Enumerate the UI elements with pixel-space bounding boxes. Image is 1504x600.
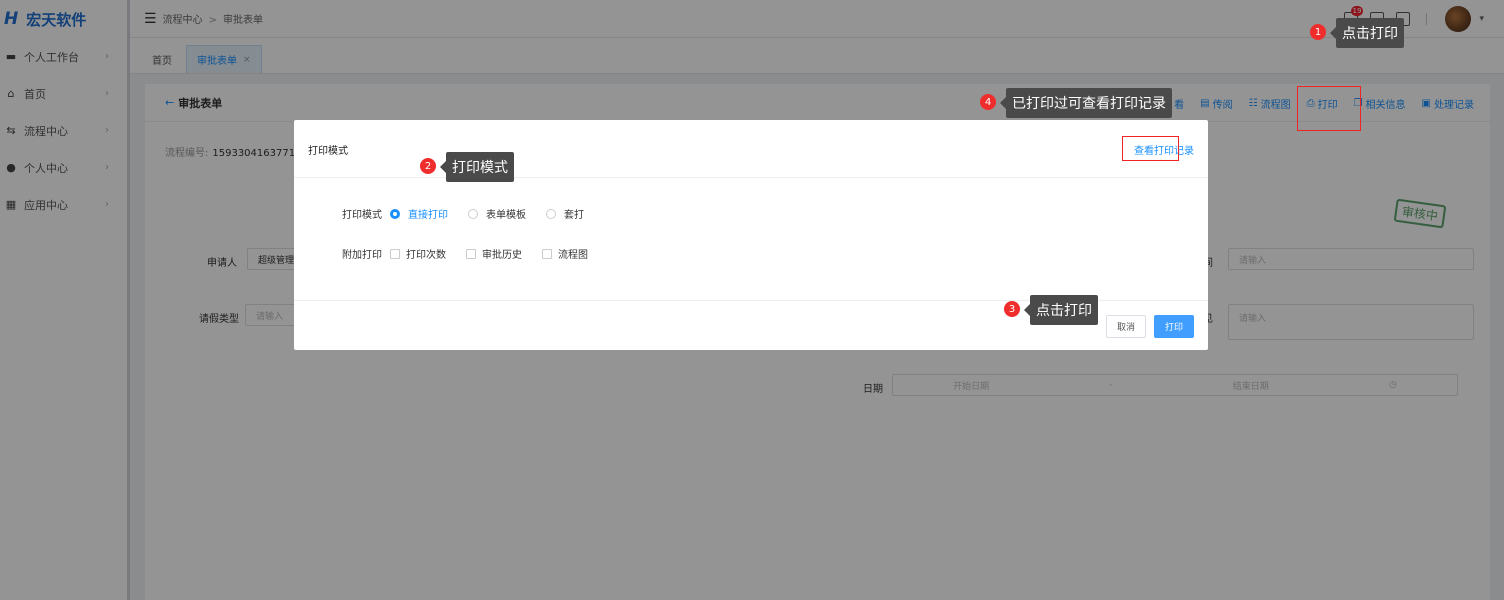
extra-print-row: 附加打印 打印次数 审批历史 流程图: [342, 246, 606, 261]
checkbox-print-count[interactable]: 打印次数: [388, 246, 446, 261]
checkbox-flowchart[interactable]: 流程图: [540, 246, 588, 261]
annotation-tooltip-1: 点击打印: [1330, 18, 1404, 48]
extra-print-label: 附加打印: [342, 250, 382, 261]
radio-form-template[interactable]: 表单模板: [466, 206, 526, 221]
radio-icon: [546, 208, 556, 219]
dialog-title: 打印模式: [308, 146, 348, 157]
print-mode-row: 打印模式 直接打印 表单模板 套打: [342, 206, 602, 221]
checkbox-icon: [542, 248, 552, 259]
annotation-tooltip-4: 已打印过可查看打印记录: [1000, 88, 1172, 118]
checkbox-icon: [466, 248, 476, 259]
checkbox-approval-history[interactable]: 审批历史: [464, 246, 522, 261]
radio-label: 表单模板: [486, 210, 526, 221]
cancel-button[interactable]: 取消: [1106, 315, 1146, 338]
print-button[interactable]: 打印: [1154, 315, 1194, 338]
radio-checked-icon: [390, 208, 400, 219]
checkbox-label: 流程图: [558, 250, 588, 261]
checkbox-icon: [390, 248, 400, 259]
annotation-marker-4: 4: [980, 94, 996, 110]
radio-overlay-print[interactable]: 套打: [544, 206, 584, 221]
radio-label: 套打: [564, 210, 584, 221]
highlight-box-print-action: [1297, 86, 1361, 131]
annotation-marker-2: 2: [420, 158, 436, 174]
checkbox-label: 审批历史: [482, 250, 522, 261]
annotation-marker-3: 3: [1004, 301, 1020, 317]
checkbox-label: 打印次数: [406, 250, 446, 261]
radio-direct-print[interactable]: 直接打印: [388, 206, 448, 221]
annotation-marker-1: 1: [1310, 24, 1326, 40]
print-mode-label: 打印模式: [342, 210, 382, 221]
radio-label: 直接打印: [408, 210, 448, 221]
annotation-tooltip-2: 打印模式: [440, 152, 514, 182]
annotation-tooltip-3: 点击打印: [1024, 295, 1098, 325]
highlight-box-record-link: [1122, 136, 1179, 161]
radio-icon: [468, 208, 478, 219]
